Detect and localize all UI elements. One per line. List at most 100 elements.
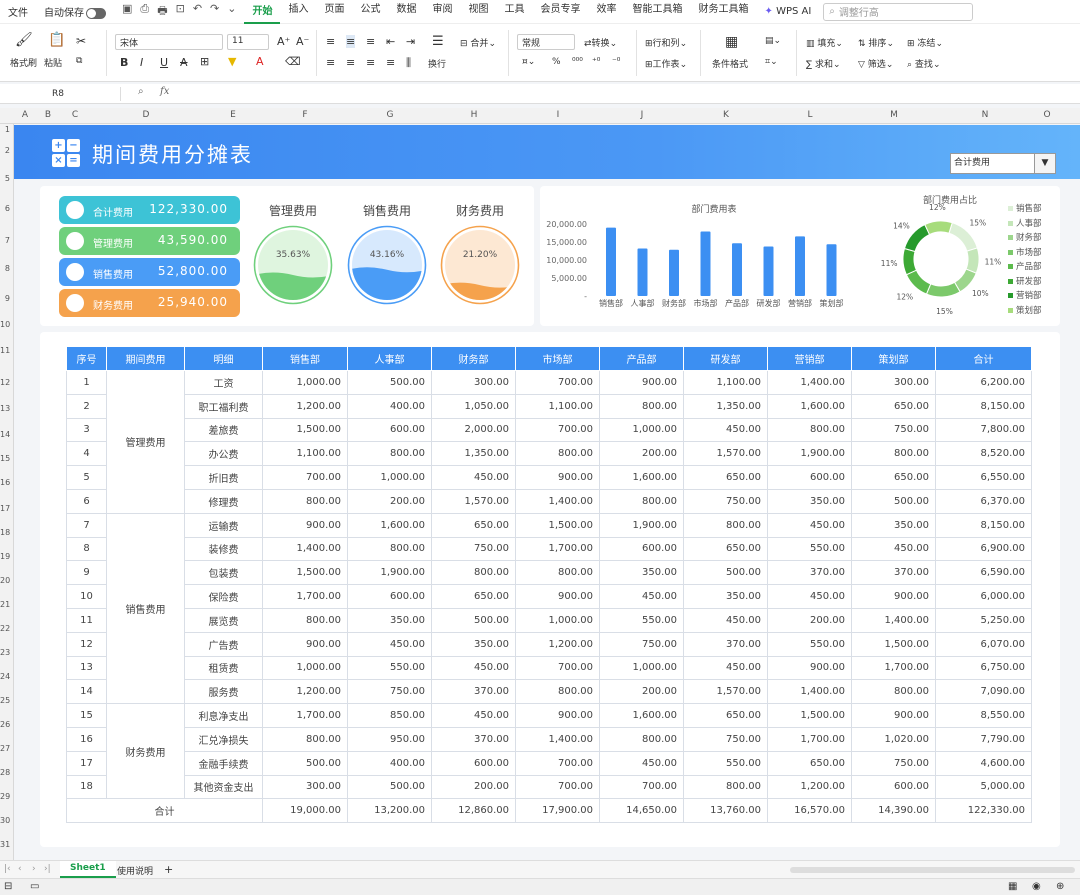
tab-5[interactable]: 审阅 <box>424 0 460 24</box>
amount-cell[interactable]: 900.00 <box>851 703 936 728</box>
amount-cell[interactable]: 200.00 <box>431 774 516 800</box>
tab-6[interactable]: 视图 <box>460 0 496 24</box>
print-icon[interactable]: 🖶 <box>157 2 167 21</box>
total-cell[interactable]: 122,330.00 <box>935 798 1032 824</box>
column-header[interactable]: N <box>936 110 1034 120</box>
amount-cell[interactable]: 1,000.00 <box>515 607 600 633</box>
total-cell[interactable]: 14,650.00 <box>599 798 684 824</box>
chevron-down-icon[interactable]: ⌄ <box>227 2 236 21</box>
amount-cell[interactable]: 5,000.00 <box>935 774 1032 800</box>
amount-cell[interactable]: 8,150.00 <box>935 393 1032 419</box>
row-header[interactable]: 25 <box>0 696 10 705</box>
format-painter-button[interactable]: 格式刷 <box>10 56 37 69</box>
row-index[interactable]: 8 <box>66 536 107 562</box>
row-header[interactable]: 5 <box>0 174 10 183</box>
sum-button[interactable]: ∑ 求和⌄ <box>806 57 841 70</box>
amount-cell[interactable]: 800.00 <box>515 560 600 586</box>
amount-cell[interactable]: 800.00 <box>599 488 684 514</box>
amount-cell[interactable]: 1,400.00 <box>767 679 852 705</box>
wrap-text-icon[interactable]: ☰ <box>432 34 444 49</box>
amount-cell[interactable]: 1,700.00 <box>262 584 348 609</box>
amount-cell[interactable]: 900.00 <box>515 703 600 728</box>
amount-cell[interactable]: 500.00 <box>262 750 348 776</box>
amount-cell[interactable]: 450.00 <box>851 536 936 562</box>
expense-item[interactable]: 保险费 <box>184 584 263 609</box>
amount-cell[interactable]: 800.00 <box>683 774 768 800</box>
fill-button[interactable]: ▥ 填充⌄ <box>806 36 843 49</box>
amount-cell[interactable]: 800.00 <box>683 512 768 538</box>
amount-cell[interactable]: 1,570.00 <box>683 441 768 467</box>
decimal-increase-icon[interactable]: ⁺⁰ <box>592 57 600 67</box>
column-header[interactable]: A <box>14 110 36 120</box>
amount-cell[interactable]: 650.00 <box>851 393 936 419</box>
normal-view-icon[interactable]: ▦ <box>1008 881 1017 892</box>
amount-cell[interactable]: 500.00 <box>347 370 432 395</box>
amount-cell[interactable]: 450.00 <box>683 417 768 443</box>
prev-sheet-icon[interactable]: ‹ <box>18 864 22 874</box>
column-header[interactable]: F <box>262 110 348 120</box>
row-index[interactable]: 13 <box>66 655 107 681</box>
amount-cell[interactable]: 1,200.00 <box>767 774 852 800</box>
underline-button[interactable]: U <box>160 56 168 69</box>
amount-cell[interactable]: 1,020.00 <box>851 726 936 752</box>
column-header-cell[interactable]: 研发部 <box>683 346 768 371</box>
amount-cell[interactable]: 1,000.00 <box>599 655 684 681</box>
expense-category[interactable]: 销售费用 <box>106 512 185 705</box>
decimal-decrease-icon[interactable]: ⁻⁰ <box>612 57 620 67</box>
amount-cell[interactable]: 7,790.00 <box>935 726 1032 752</box>
amount-cell[interactable]: 700.00 <box>515 750 600 776</box>
row-index[interactable]: 3 <box>66 417 107 443</box>
row-header[interactable]: 31 <box>0 840 10 849</box>
column-header-cell[interactable]: 人事部 <box>347 346 432 371</box>
row-header[interactable]: 13 <box>0 404 10 413</box>
amount-cell[interactable]: 350.00 <box>851 512 936 538</box>
cell-border-icon[interactable]: ⌗⌄ <box>765 57 778 67</box>
thousands-icon[interactable]: ⁰⁰⁰ <box>572 57 583 67</box>
zoom-icon[interactable]: ⌕ <box>138 86 144 97</box>
distribute-icon[interactable]: ⫼ <box>406 56 411 70</box>
freeze-button[interactable]: ⊞ 冻结⌄ <box>907 36 943 49</box>
sort-button[interactable]: ⇅ 排序⌄ <box>858 36 894 49</box>
font-color-icon[interactable]: A <box>256 55 264 68</box>
row-header[interactable]: 11 <box>0 346 10 355</box>
name-box[interactable]: R8 <box>4 86 112 102</box>
column-header[interactable]: G <box>348 110 432 120</box>
amount-cell[interactable]: 800.00 <box>515 679 600 705</box>
amount-cell[interactable]: 1,700.00 <box>515 536 600 562</box>
italic-button[interactable]: I <box>140 56 143 69</box>
indent-decrease-icon[interactable]: ⇤ <box>386 35 395 48</box>
amount-cell[interactable]: 1,600.00 <box>599 465 684 490</box>
amount-cell[interactable]: 700.00 <box>515 655 600 681</box>
amount-cell[interactable]: 650.00 <box>683 536 768 562</box>
amount-cell[interactable]: 900.00 <box>515 584 600 609</box>
column-header[interactable]: K <box>684 110 768 120</box>
amount-cell[interactable]: 450.00 <box>347 631 432 657</box>
column-header-cell[interactable]: 产品部 <box>599 346 684 371</box>
justify-icon[interactable]: ≡ <box>386 56 395 69</box>
amount-cell[interactable]: 650.00 <box>683 703 768 728</box>
amount-cell[interactable]: 8,520.00 <box>935 441 1032 467</box>
amount-cell[interactable]: 1,900.00 <box>347 560 432 586</box>
amount-cell[interactable]: 800.00 <box>347 441 432 467</box>
amount-cell[interactable]: 750.00 <box>431 536 516 562</box>
amount-cell[interactable]: 1,400.00 <box>515 488 600 514</box>
amount-cell[interactable]: 800.00 <box>599 393 684 419</box>
total-cell[interactable]: 13,760.00 <box>683 798 768 824</box>
fx-icon[interactable]: fx <box>160 86 169 97</box>
undo-icon[interactable]: ↶ <box>193 2 202 21</box>
amount-cell[interactable]: 450.00 <box>599 584 684 609</box>
column-header-cell[interactable]: 明细 <box>184 346 263 371</box>
amount-cell[interactable]: 6,200.00 <box>935 370 1032 395</box>
amount-cell[interactable]: 1,500.00 <box>262 560 348 586</box>
amount-cell[interactable]: 6,000.00 <box>935 584 1032 609</box>
fill-color-icon[interactable]: ▼ <box>228 55 236 68</box>
amount-cell[interactable]: 4,600.00 <box>935 750 1032 776</box>
amount-cell[interactable]: 550.00 <box>767 631 852 657</box>
amount-cell[interactable]: 700.00 <box>599 774 684 800</box>
amount-cell[interactable]: 1,600.00 <box>599 703 684 728</box>
expense-category[interactable]: 财务费用 <box>106 703 185 800</box>
amount-cell[interactable]: 750.00 <box>683 488 768 514</box>
border-icon[interactable]: ⊞ <box>200 55 209 68</box>
row-index[interactable]: 9 <box>66 560 107 586</box>
cut-icon[interactable]: ✂ <box>76 34 86 48</box>
